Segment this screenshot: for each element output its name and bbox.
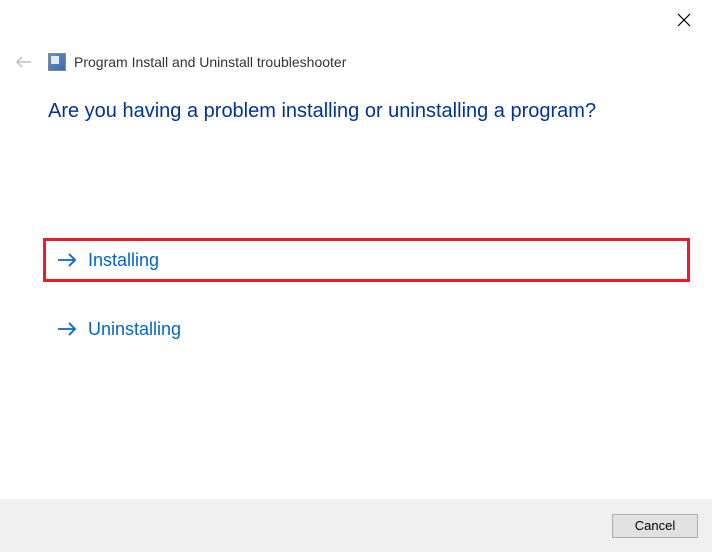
option-uninstalling[interactable]: Uninstalling	[46, 310, 692, 348]
page-heading: Are you having a problem installing or u…	[48, 100, 692, 123]
option-label: Uninstalling	[88, 319, 181, 340]
option-installing[interactable]: Installing	[43, 238, 690, 282]
footer-bar: Cancel	[0, 499, 712, 552]
back-arrow-icon	[14, 52, 34, 72]
close-button[interactable]	[674, 10, 694, 30]
arrow-right-icon	[56, 318, 78, 340]
content-area: Are you having a problem installing or u…	[48, 100, 692, 348]
options-list: Installing Uninstalling	[48, 238, 692, 348]
app-title: Program Install and Uninstall troublesho…	[74, 54, 346, 70]
header-bar: Program Install and Uninstall troublesho…	[10, 48, 346, 76]
arrow-right-icon	[56, 249, 78, 271]
app-icon	[48, 53, 66, 71]
back-button[interactable]	[10, 48, 38, 76]
cancel-button[interactable]: Cancel	[612, 514, 698, 538]
close-icon	[677, 13, 691, 27]
option-label: Installing	[88, 250, 159, 271]
